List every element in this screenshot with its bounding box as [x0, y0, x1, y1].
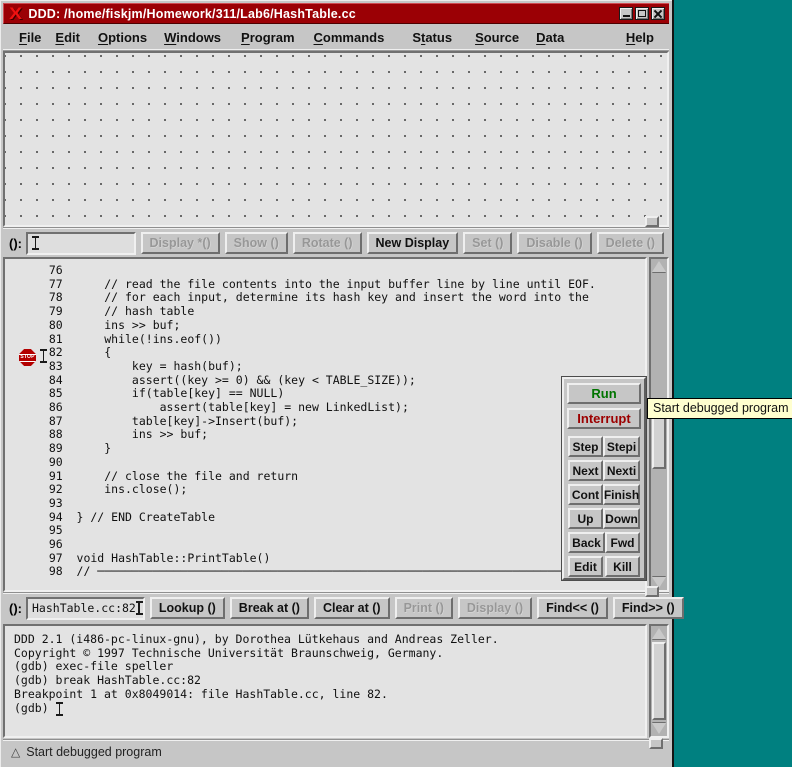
- menu-bar: File Edit Options Windows Program Comman…: [3, 24, 669, 51]
- finish-button[interactable]: Finish: [603, 484, 640, 505]
- back-button[interactable]: Back: [568, 532, 605, 553]
- display-arg-input[interactable]: [26, 232, 136, 255]
- edit-button[interactable]: Edit: [568, 556, 603, 577]
- title-bar[interactable]: X DDD: /home/fiskjm/Homework/311/Lab6/Ha…: [3, 3, 669, 24]
- display-toolbar: (): Display *() Show () Rotate () New Di…: [3, 227, 669, 258]
- next-button[interactable]: Next: [568, 460, 603, 481]
- console-scrollbar-thumb[interactable]: [652, 642, 666, 720]
- find-forward-button[interactable]: Find>> (): [613, 597, 684, 619]
- status-message: Start debugged program: [26, 745, 162, 759]
- gdb-console[interactable]: DDD 2.1 (i486-pc-linux-gnu), by Dorothea…: [3, 624, 647, 738]
- display-button: Display (): [458, 597, 532, 619]
- new-display-button[interactable]: New Display: [367, 232, 459, 254]
- scroll-down-icon[interactable]: [652, 723, 666, 734]
- menu-help[interactable]: Help: [624, 27, 656, 48]
- lookup-button[interactable]: Lookup (): [150, 597, 225, 619]
- console-scrollbar[interactable]: [649, 624, 669, 738]
- text-cursor: [136, 601, 143, 615]
- menu-windows[interactable]: Windows: [162, 27, 223, 48]
- menu-program[interactable]: Program: [239, 27, 296, 48]
- menu-file[interactable]: File: [17, 27, 43, 48]
- menu-options[interactable]: Options: [96, 27, 149, 48]
- menu-commands[interactable]: Commands: [312, 27, 387, 48]
- tooltip: Start debugged program: [647, 398, 792, 419]
- rotate-button: Rotate (): [293, 232, 362, 254]
- fwd-button[interactable]: Fwd: [605, 532, 640, 553]
- find-backward-button[interactable]: Find<< (): [537, 597, 608, 619]
- source-arg-input[interactable]: HashTable.cc:82: [26, 597, 145, 620]
- up-button[interactable]: Up: [568, 508, 603, 529]
- source-code-text[interactable]: 76 77 // read the file contents into the…: [5, 259, 645, 579]
- text-cursor: [32, 236, 39, 250]
- console-section: DDD 2.1 (i486-pc-linux-gnu), by Dorothea…: [3, 624, 669, 738]
- menu-status[interactable]: Status: [410, 27, 454, 48]
- disable-button: Disable (): [517, 232, 591, 254]
- stepi-button[interactable]: Stepi: [603, 436, 640, 457]
- step-button[interactable]: Step: [568, 436, 603, 457]
- gdb-console-text[interactable]: DDD 2.1 (i486-pc-linux-gnu), by Dorothea…: [5, 626, 645, 715]
- command-tool-panel: Run Interrupt Step Stepi Next Nexti Cont…: [562, 377, 646, 580]
- delete-button: Delete (): [597, 232, 664, 254]
- maximize-icon: [638, 10, 646, 17]
- pane-sash-top[interactable]: [645, 216, 659, 227]
- console-text-cursor: [56, 702, 63, 716]
- kill-button[interactable]: Kill: [605, 556, 640, 577]
- menu-edit[interactable]: Edit: [53, 27, 82, 48]
- set-button: Set (): [463, 232, 512, 254]
- maximize-button[interactable]: [635, 7, 649, 20]
- minimize-button[interactable]: [619, 7, 633, 20]
- desktop-background: X DDD: /home/fiskjm/Homework/311/Lab6/Ha…: [0, 0, 792, 767]
- clear-at-button[interactable]: Clear at (): [314, 597, 390, 619]
- ddd-logo-icon: X: [9, 5, 22, 22]
- run-button[interactable]: Run: [567, 383, 641, 404]
- minimize-icon: [623, 15, 630, 17]
- scroll-up-icon[interactable]: [652, 628, 666, 639]
- source-scrollbar[interactable]: [649, 257, 669, 592]
- source-toolbar: (): HashTable.cc:82 Lookup () Break at (…: [3, 592, 669, 623]
- print-button: Print (): [395, 597, 453, 619]
- display-arg-label: ():: [9, 236, 22, 251]
- window-controls: [619, 7, 665, 20]
- nexti-button[interactable]: Nexti: [603, 460, 640, 481]
- menu-data[interactable]: Data: [534, 27, 566, 48]
- close-button[interactable]: [651, 7, 665, 20]
- down-button[interactable]: Down: [603, 508, 640, 529]
- status-triangle-icon[interactable]: △: [11, 746, 20, 758]
- source-code-pane[interactable]: 76 77 // read the file contents into the…: [3, 257, 647, 592]
- cont-button[interactable]: Cont: [568, 484, 603, 505]
- scroll-up-icon[interactable]: [652, 261, 666, 272]
- interrupt-button[interactable]: Interrupt: [567, 408, 641, 429]
- display-star-button: Display *(): [141, 232, 220, 254]
- break-at-button[interactable]: Break at (): [230, 597, 309, 619]
- data-display-pane[interactable]: [3, 51, 669, 227]
- source-text-cursor: [40, 349, 47, 363]
- ddd-main-window: X DDD: /home/fiskjm/Homework/311/Lab6/Ha…: [0, 0, 674, 767]
- window-title: DDD: /home/fiskjm/Homework/311/Lab6/Hash…: [28, 7, 356, 21]
- menu-source[interactable]: Source: [473, 27, 521, 48]
- pane-sash-bottom[interactable]: [649, 738, 663, 749]
- source-arg-label: ():: [9, 601, 22, 616]
- show-button: Show (): [225, 232, 288, 254]
- status-bar: △ Start debugged program: [3, 739, 669, 764]
- pane-sash-middle[interactable]: [645, 586, 659, 597]
